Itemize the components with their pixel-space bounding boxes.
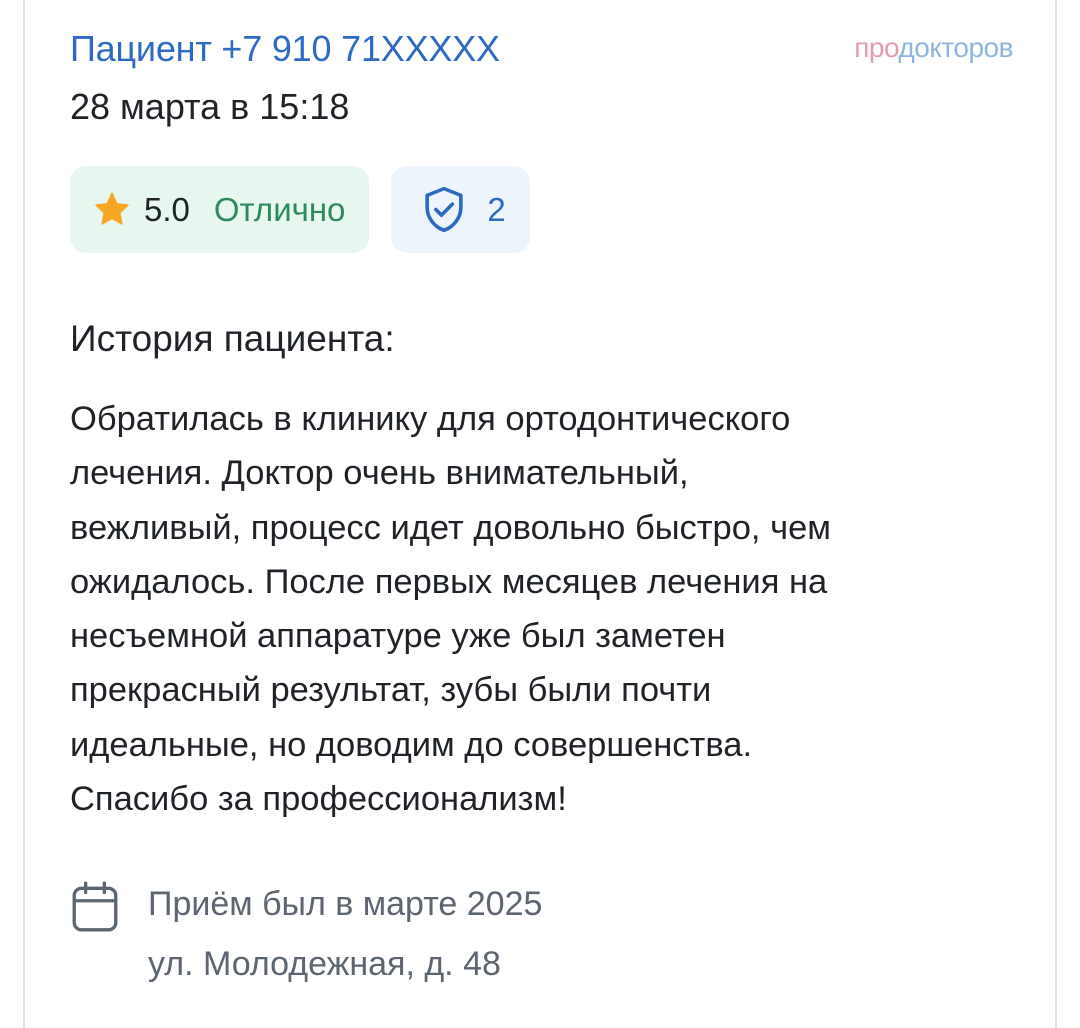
visit-address[interactable]: ул. Молодежная, д. 48	[148, 936, 542, 992]
review-text-line: Спасибо за профессионализм!	[70, 780, 567, 819]
review-text-line: несъемной аппаратуре уже был заметен	[70, 617, 726, 656]
review-card: продокторов Пациент +7 910 71XXXXX 28 ма…	[23, 0, 1057, 1028]
shield-check-icon	[425, 186, 464, 232]
rating-grade: Отлично	[213, 190, 346, 228]
badges-row: 5.0 Отлично 2	[70, 166, 530, 253]
visit-date: Приём был в марте 2025	[148, 885, 543, 923]
review-text-line: прекрасный результат, зубы были почти	[70, 671, 712, 710]
prodoctorov-logo[interactable]: продокторов	[854, 32, 1013, 64]
visit-info: Приём был в марте 2025 ул. Молодежная, д…	[70, 876, 542, 992]
verified-count: 2	[487, 190, 506, 228]
review-date: 28 марта в 15:18	[70, 86, 350, 127]
brand-part-1: про	[854, 32, 899, 63]
brand-part-2: докторов	[898, 32, 1013, 63]
review-text-line: вежливый, процесс идет довольно быстро, …	[70, 508, 831, 547]
star-icon	[95, 192, 129, 225]
review-text-line: Обратилась в клинику для ортодонтическог…	[70, 400, 791, 438]
rating-badge[interactable]: 5.0 Отлично	[70, 166, 370, 253]
rating-score: 5.0	[144, 190, 190, 228]
verified-badge[interactable]: 2	[391, 166, 530, 253]
review-content: продокторов Пациент +7 910 71XXXXX 28 ма…	[70, 0, 1025, 1028]
patient-history-heading: История пациента:	[70, 318, 395, 359]
visit-lines: Приём был в марте 2025 ул. Молодежная, д…	[148, 876, 542, 992]
review-text-line: идеальные, но доводим до совершенства.	[70, 725, 753, 764]
review-text-line: лечения. Доктор очень внимательный,	[70, 454, 689, 493]
patient-name-link[interactable]: Пациент +7 910 71XXXXX	[70, 28, 500, 70]
review-text-line: ожидалось. После первых месяцев лечения …	[70, 562, 828, 601]
calendar-icon	[72, 881, 118, 932]
review-text: Обратилась в клинику для ортодонтическог…	[70, 392, 1010, 826]
